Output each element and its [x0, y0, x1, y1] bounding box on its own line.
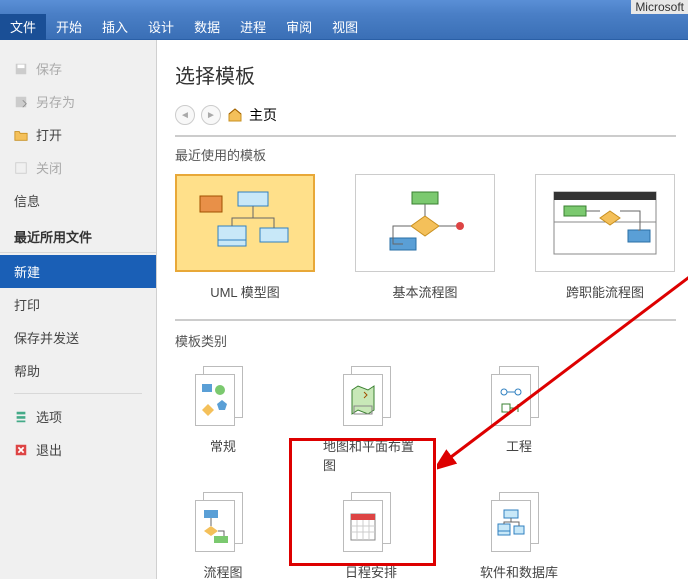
sidebar-print-label: 打印	[14, 295, 40, 314]
category-flowchart-icon	[195, 492, 251, 556]
template-basic-flow-thumb	[355, 174, 495, 272]
template-cross-func-label: 跨职能流程图	[566, 282, 644, 301]
category-schedule-icon	[343, 492, 399, 556]
close-icon	[14, 161, 28, 175]
options-icon	[14, 410, 28, 424]
breadcrumb: ◄ ► 主页	[175, 101, 676, 137]
sidebar-save[interactable]: 保存	[0, 52, 156, 85]
title-bar: Microsoft	[0, 0, 688, 14]
category-flowchart-label: 流程图	[203, 562, 242, 579]
tab-data[interactable]: 数据	[184, 13, 230, 40]
sidebar-open[interactable]: 打开	[0, 118, 156, 151]
category-engineering-label: 工程	[506, 436, 532, 455]
sidebar-info[interactable]: 信息	[0, 184, 156, 217]
recent-section-title: 最近使用的模板	[175, 145, 676, 164]
category-software-db-icon	[491, 492, 547, 556]
template-uml-label: UML 模型图	[210, 282, 280, 301]
sidebar-save-as[interactable]: 另存为	[0, 85, 156, 118]
template-basic-flow-label: 基本流程图	[392, 282, 457, 301]
sidebar-separator	[14, 393, 142, 394]
recent-templates-row: UML 模型图 基本流程图	[175, 168, 676, 321]
template-cross-func-thumb	[535, 174, 675, 272]
tab-design[interactable]: 设计	[138, 13, 184, 40]
backstage-sidebar: 保存 另存为 打开 关闭 信息 最近所用文件 新建 打印 保存并发送 帮助	[0, 40, 157, 579]
sidebar-open-label: 打开	[36, 125, 62, 144]
template-cross-func[interactable]: 跨职能流程图	[535, 174, 675, 301]
category-engineering-icon	[491, 366, 547, 430]
app-name: Microsoft	[631, 0, 688, 14]
category-schedule[interactable]: 日程安排	[323, 492, 419, 579]
sidebar-save-as-label: 另存为	[36, 92, 75, 111]
category-general[interactable]: 常规	[175, 366, 271, 474]
category-grid: 常规 地图和平面布置图 工程	[175, 354, 676, 579]
categories-section-title: 模板类别	[175, 331, 676, 350]
tab-insert[interactable]: 插入	[92, 13, 138, 40]
sidebar-exit-label: 退出	[36, 440, 62, 459]
tab-file[interactable]: 文件	[0, 13, 46, 40]
sidebar-info-label: 信息	[14, 191, 40, 210]
category-software-db-label: 软件和数据库	[480, 562, 558, 579]
exit-icon	[14, 443, 28, 457]
template-basic-flow[interactable]: 基本流程图	[355, 174, 495, 301]
nav-back-button[interactable]: ◄	[175, 105, 195, 125]
sidebar-help[interactable]: 帮助	[0, 354, 156, 387]
sidebar-exit[interactable]: 退出	[0, 433, 156, 466]
home-icon[interactable]	[227, 107, 243, 123]
template-uml[interactable]: UML 模型图	[175, 174, 315, 301]
sidebar-print[interactable]: 打印	[0, 288, 156, 321]
tab-view[interactable]: 视图	[322, 13, 368, 40]
sidebar-close-label: 关闭	[36, 158, 62, 177]
breadcrumb-home[interactable]: 主页	[249, 105, 277, 125]
category-engineering[interactable]: 工程	[471, 366, 567, 474]
tab-process[interactable]: 进程	[230, 13, 276, 40]
category-flowchart[interactable]: 流程图	[175, 492, 271, 579]
category-schedule-label: 日程安排	[345, 562, 397, 579]
sidebar-options[interactable]: 选项	[0, 400, 156, 433]
sidebar-help-label: 帮助	[14, 361, 40, 380]
sidebar-options-label: 选项	[36, 407, 62, 426]
nav-forward-button[interactable]: ►	[201, 105, 221, 125]
sidebar-save-send[interactable]: 保存并发送	[0, 321, 156, 354]
page-title: 选择模板	[175, 60, 676, 89]
sidebar-close[interactable]: 关闭	[0, 151, 156, 184]
sidebar-new[interactable]: 新建	[0, 255, 156, 288]
category-maps-plans-label: 地图和平面布置图	[323, 436, 419, 474]
category-software-db[interactable]: 软件和数据库	[471, 492, 567, 579]
sidebar-save-send-label: 保存并发送	[14, 328, 79, 347]
category-maps-plans[interactable]: 地图和平面布置图	[323, 366, 419, 474]
category-general-icon	[195, 366, 251, 430]
save-icon	[14, 62, 28, 76]
sidebar-recent-heading[interactable]: 最近所用文件	[0, 217, 156, 253]
template-uml-thumb	[175, 174, 315, 272]
tab-home[interactable]: 开始	[46, 13, 92, 40]
sidebar-new-label: 新建	[14, 262, 40, 281]
save-as-icon	[14, 95, 28, 109]
sidebar-save-label: 保存	[36, 59, 62, 78]
ribbon-tabs: 文件 开始 插入 设计 数据 进程 审阅 视图	[0, 14, 688, 40]
category-maps-plans-icon	[343, 366, 399, 430]
category-general-label: 常规	[210, 436, 236, 455]
main-panel: 选择模板 ◄ ► 主页 最近使用的模板 UM	[157, 40, 688, 579]
tab-review[interactable]: 审阅	[276, 13, 322, 40]
folder-open-icon	[14, 128, 28, 142]
